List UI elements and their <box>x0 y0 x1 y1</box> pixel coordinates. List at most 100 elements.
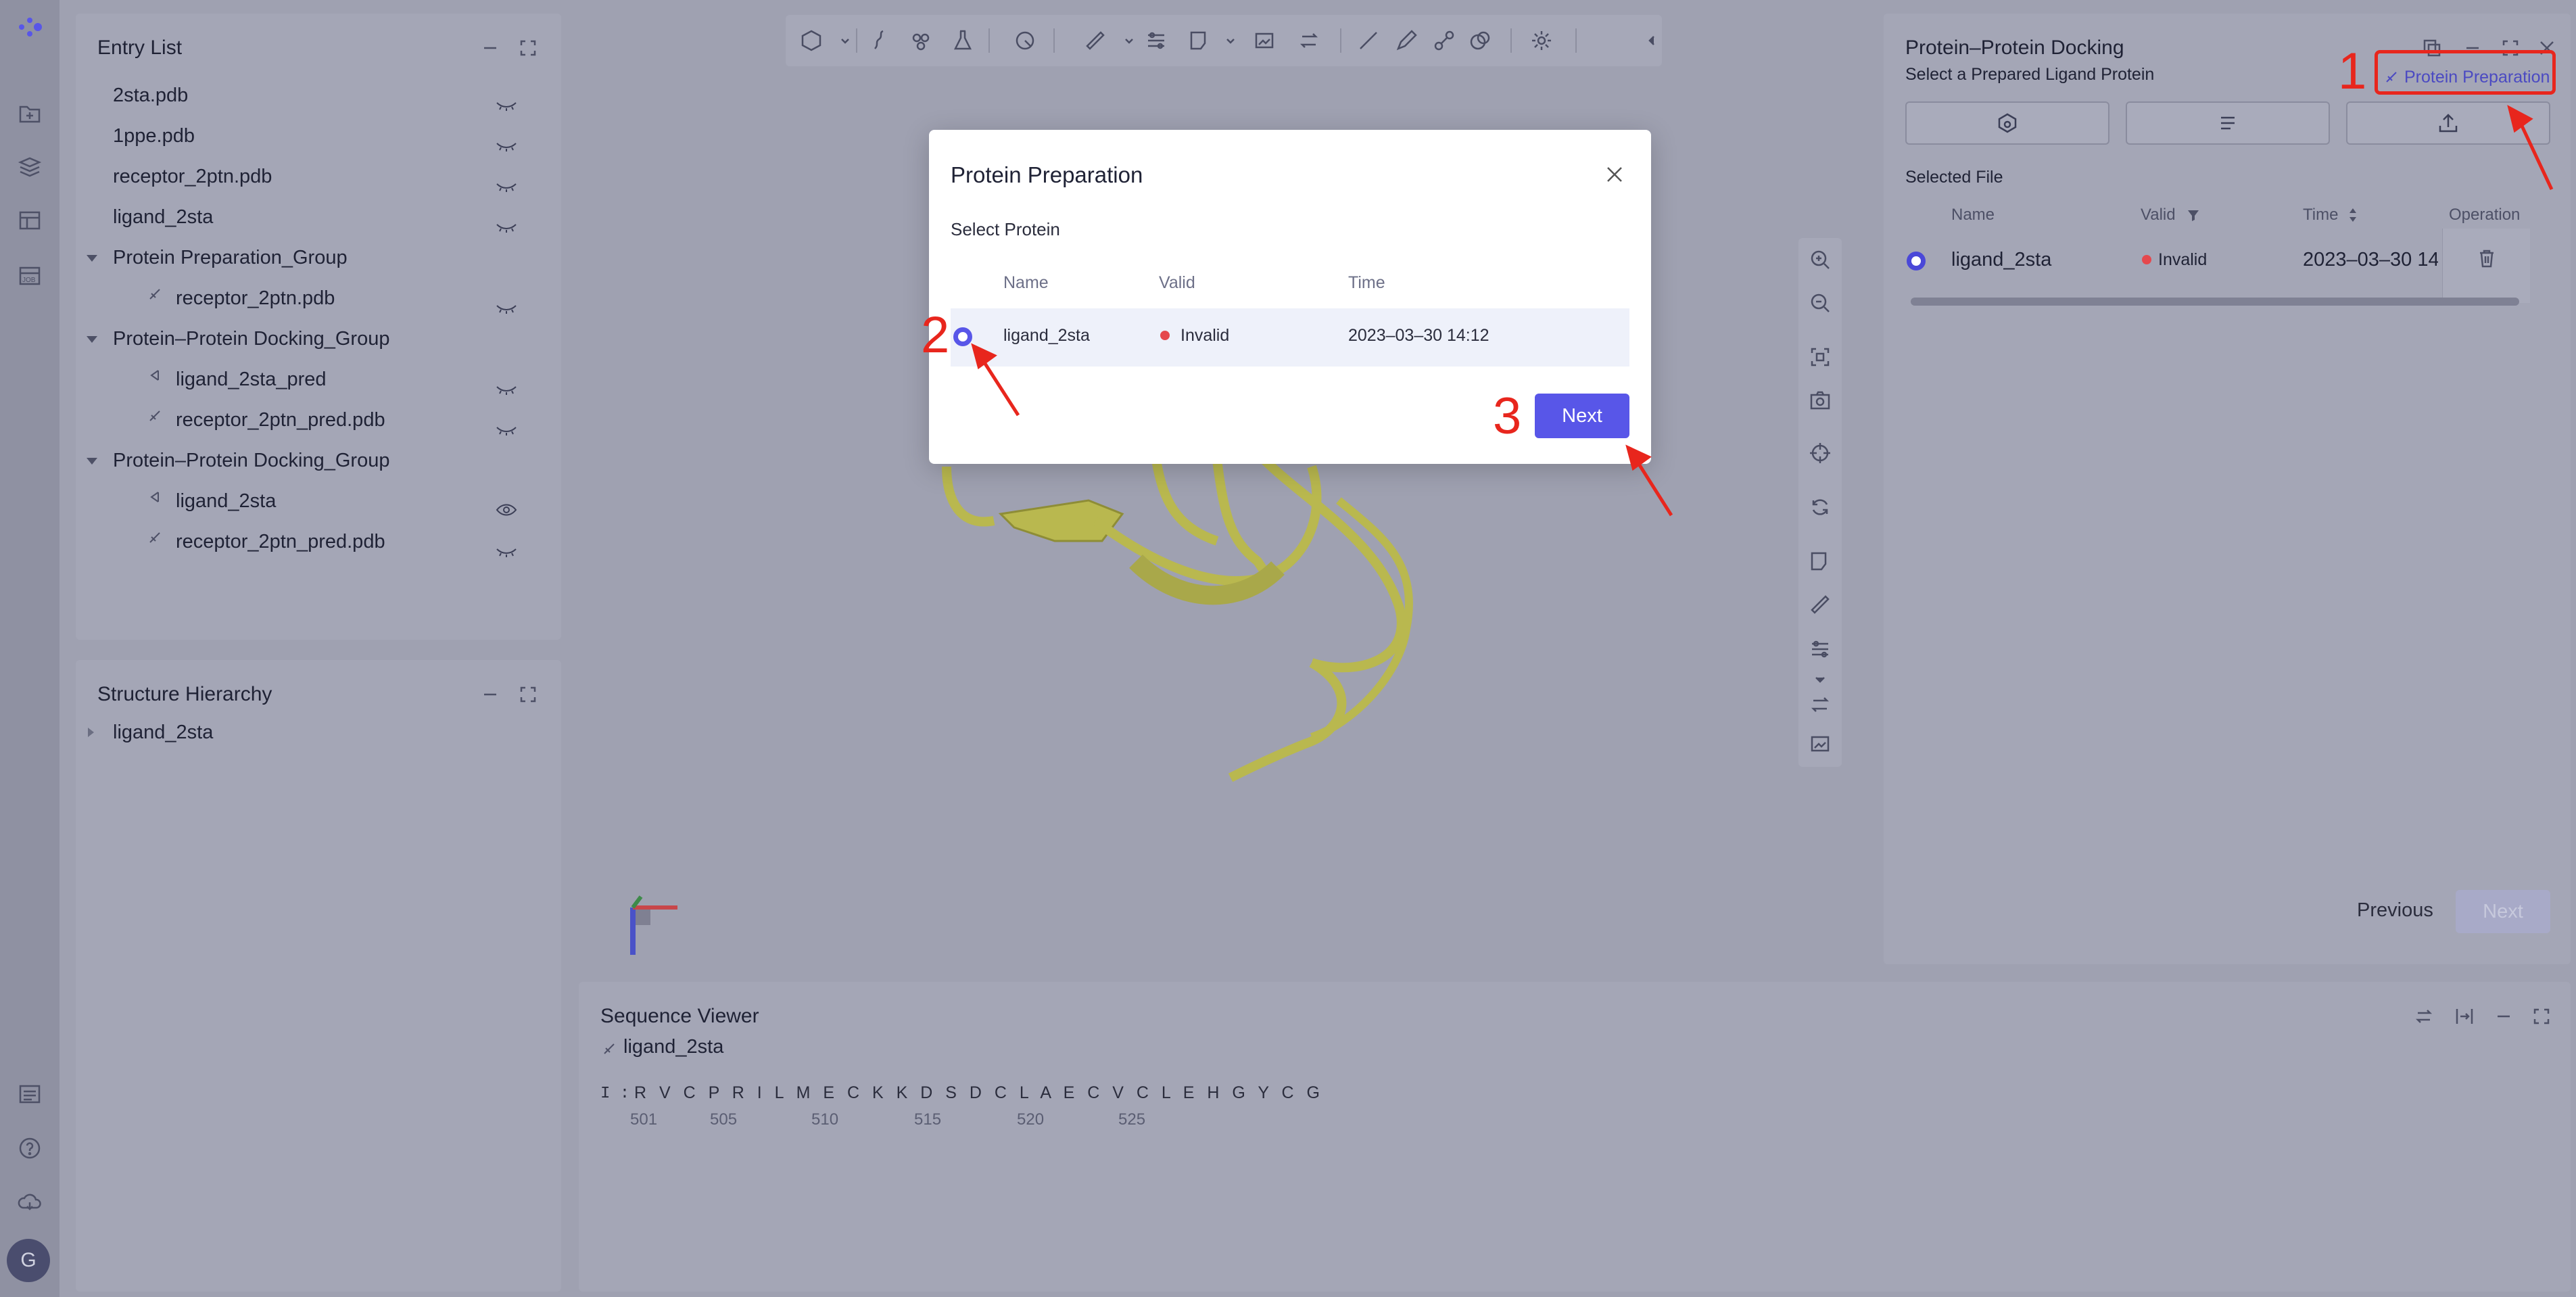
chevron-down-icon[interactable] <box>1808 668 1832 683</box>
hidden-eye-icon[interactable] <box>496 536 517 557</box>
hidden-eye-icon[interactable] <box>496 414 517 435</box>
center-target-icon[interactable] <box>1808 441 1832 465</box>
protein-ribbon-3d[interactable] <box>933 460 1501 798</box>
maximize-icon[interactable] <box>518 38 538 58</box>
maximize-icon[interactable] <box>518 684 538 705</box>
chevron-down-icon[interactable] <box>1117 28 1133 53</box>
visible-eye-icon[interactable] <box>496 494 517 516</box>
sequence-align-icon[interactable] <box>1808 637 1832 661</box>
minimize-icon[interactable] <box>480 684 500 705</box>
hidden-eye-icon[interactable] <box>496 211 517 233</box>
chevron-down-icon[interactable] <box>1218 28 1235 53</box>
hidden-eye-icon[interactable] <box>496 292 517 314</box>
sequence-align-icon[interactable] <box>1144 28 1168 53</box>
hierarchy-item[interactable]: ligand_2sta <box>113 715 519 749</box>
sort-icon[interactable] <box>2347 206 2358 225</box>
maximize-icon[interactable] <box>2531 1006 2552 1027</box>
collapse-caret-icon[interactable] <box>87 336 97 343</box>
close-icon[interactable] <box>1604 164 1625 185</box>
entry-item[interactable]: 1ppe.pdb <box>113 119 546 153</box>
group-label: Protein–Protein Docking_Group <box>113 450 390 471</box>
select-from-list-button[interactable] <box>2126 101 2330 145</box>
minimize-icon[interactable] <box>2494 1006 2514 1027</box>
row-valid: Invalid <box>2158 250 2208 269</box>
swap-icon[interactable] <box>1808 692 1832 717</box>
minimize-icon[interactable] <box>480 38 500 58</box>
molecule-icon[interactable] <box>909 28 933 53</box>
collapse-caret-icon[interactable] <box>87 458 97 465</box>
user-avatar[interactable]: G <box>7 1239 50 1282</box>
hidden-eye-icon[interactable] <box>496 373 517 395</box>
app-logo-icon[interactable] <box>12 9 47 45</box>
swap-icon[interactable] <box>1297 28 1321 53</box>
hidden-eye-icon[interactable] <box>496 170 517 192</box>
hidden-eye-icon[interactable] <box>496 130 517 151</box>
row-name: ligand_2sta <box>1951 249 2052 270</box>
group-item[interactable]: Protein–Protein Docking_Group <box>113 322 546 356</box>
layers-icon[interactable] <box>12 149 47 184</box>
axis-gizmo-icon <box>630 895 677 955</box>
list-icon[interactable] <box>12 1077 47 1112</box>
entry-item[interactable]: ligand_2sta <box>113 200 546 234</box>
ribbon-icon[interactable] <box>867 28 891 53</box>
entry-item[interactable]: 2sta.pdb <box>113 78 546 112</box>
expand-caret-icon[interactable] <box>88 728 94 737</box>
entry-item[interactable]: receptor_2ptn_pred.pdb <box>176 525 546 559</box>
image-icon[interactable] <box>1252 28 1277 53</box>
measure-icon[interactable] <box>1083 28 1107 53</box>
rotate-icon[interactable] <box>1808 495 1832 519</box>
horizontal-scrollbar[interactable] <box>1911 298 2519 306</box>
step-number-1: 1 <box>2338 43 2367 100</box>
filter-icon[interactable] <box>2187 208 2200 222</box>
label-icon[interactable] <box>1808 549 1832 573</box>
representation-icon[interactable] <box>799 28 824 53</box>
measure-icon[interactable] <box>1808 592 1832 617</box>
next-button[interactable]: Next <box>1535 394 1629 438</box>
entry-label: ligand_2sta <box>176 490 277 512</box>
sequence-entry-name[interactable]: ligand_2sta <box>623 1036 723 1058</box>
sequence-viewer-panel: Sequence Viewer ligand_2sta I : R V C P … <box>579 982 2571 1292</box>
cloud-icon[interactable] <box>12 1185 47 1220</box>
group-item[interactable]: Protein–Protein Docking_Group <box>113 444 546 477</box>
chevron-down-icon[interactable] <box>833 28 849 53</box>
zoom-out-icon[interactable] <box>1808 291 1832 315</box>
fit-width-icon[interactable] <box>2454 1006 2475 1027</box>
entry-item[interactable]: ligand_2sta_pred <box>176 362 546 396</box>
import-file-icon[interactable] <box>12 96 47 131</box>
next-button-disabled[interactable]: Next <box>2456 890 2550 933</box>
table-icon[interactable] <box>12 203 47 238</box>
previous-button[interactable]: Previous <box>2357 899 2433 922</box>
camera-icon[interactable] <box>1808 388 1832 412</box>
collapse-toolbar-icon[interactable] <box>1639 28 1654 53</box>
row-radio[interactable] <box>1907 252 1926 270</box>
entry-item[interactable]: ligand_2sta <box>176 484 546 518</box>
swap-icon[interactable] <box>2414 1006 2434 1027</box>
zoom-in-icon[interactable] <box>1808 247 1832 272</box>
fit-view-icon[interactable] <box>1808 345 1832 369</box>
select-target-icon[interactable] <box>1013 28 1037 53</box>
select-from-structure-button[interactable] <box>1905 101 2109 145</box>
help-icon[interactable] <box>12 1131 47 1166</box>
job-icon[interactable]: JOB <box>12 258 47 293</box>
image-icon[interactable] <box>1808 732 1832 756</box>
upload-button[interactable] <box>2346 101 2550 145</box>
label-icon[interactable] <box>1187 28 1212 53</box>
entry-item[interactable]: receptor_2ptn.pdb <box>176 281 546 315</box>
line-icon[interactable] <box>1356 28 1381 53</box>
surface-icon[interactable] <box>1469 28 1493 53</box>
flask-icon[interactable] <box>951 28 975 53</box>
settings-icon[interactable] <box>1529 28 1554 53</box>
protein-radio-selected[interactable] <box>953 327 972 346</box>
pencil-icon[interactable] <box>1394 28 1418 53</box>
divider <box>1053 28 1055 53</box>
col-valid: Valid <box>2141 206 2176 224</box>
bond-icon[interactable] <box>1432 28 1456 53</box>
trash-icon[interactable] <box>2476 247 2498 269</box>
sequence-residues[interactable]: R V C P R I L M E C K K D S D C L A E C … <box>634 1083 1324 1103</box>
hidden-eye-icon[interactable] <box>496 89 517 111</box>
entry-item[interactable]: receptor_2ptn.pdb <box>113 160 546 193</box>
collapse-caret-icon[interactable] <box>87 255 97 262</box>
group-item[interactable]: Protein Preparation_Group <box>113 241 546 275</box>
entry-item[interactable]: receptor_2ptn_pred.pdb <box>176 403 546 437</box>
divider <box>988 28 990 53</box>
